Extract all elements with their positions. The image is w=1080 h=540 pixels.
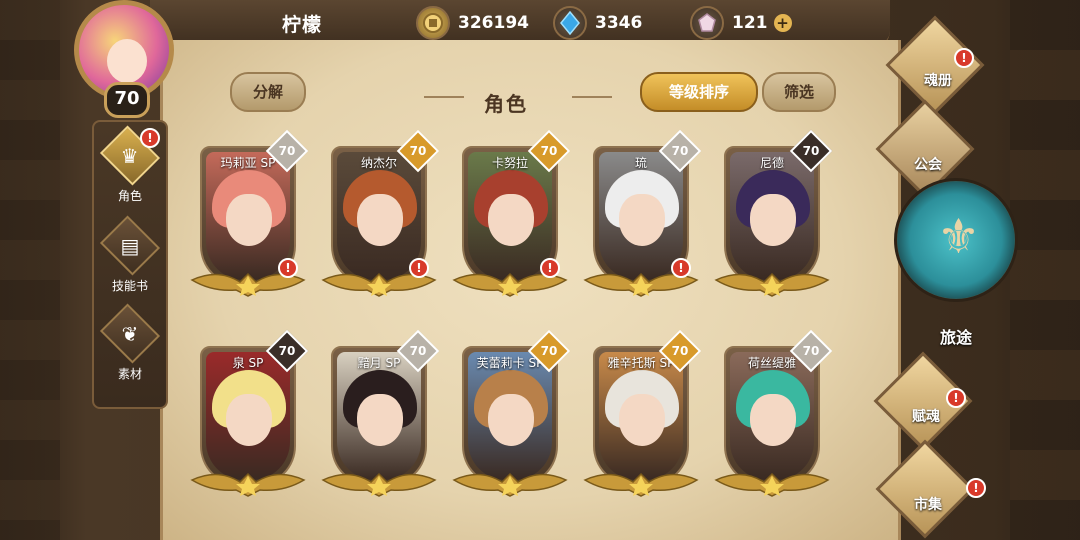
left-nav: ♛ 角色 ! ▤ 技能书 ❦ 素材 bbox=[92, 120, 168, 409]
portrait-face bbox=[357, 194, 403, 246]
nav-label: 技能书 bbox=[111, 279, 148, 293]
character-portrait bbox=[337, 352, 421, 480]
gold-currency: 326194 bbox=[416, 4, 529, 42]
alert-icon: ! bbox=[946, 388, 966, 408]
rank-wings-icon bbox=[321, 472, 437, 497]
rank-wings-icon bbox=[583, 472, 699, 497]
character-card[interactable]: 荷丝缇雅 70 bbox=[714, 329, 833, 497]
book-icon: ▤ bbox=[99, 215, 161, 276]
character-card[interactable]: 卡努拉 70! bbox=[452, 129, 571, 297]
title-ornament-left bbox=[424, 96, 464, 104]
section-title: 角色 bbox=[484, 92, 528, 116]
guild-button[interactable]: 公会 bbox=[875, 99, 975, 199]
character-card[interactable]: 琉 70! bbox=[583, 129, 702, 297]
coin-icon bbox=[416, 6, 450, 40]
pink-gem-icon bbox=[690, 6, 724, 40]
decompose-button[interactable]: 分解 bbox=[230, 72, 306, 112]
sort-by-level-button[interactable]: 等级排序 bbox=[640, 72, 758, 112]
portrait-face bbox=[750, 194, 796, 246]
player-avatar-button[interactable]: 70 bbox=[60, 0, 190, 124]
compass-icon: ⚜ bbox=[894, 178, 1018, 302]
character-card[interactable]: 尼德 70 bbox=[714, 129, 833, 297]
character-portrait bbox=[730, 152, 814, 280]
crystal-value: 3346 bbox=[595, 13, 643, 33]
market-icon bbox=[875, 439, 975, 539]
material-icon: ❦ bbox=[99, 303, 161, 364]
character-card[interactable]: 芙蕾莉卡 SP 70 bbox=[452, 329, 571, 497]
character-level: 70 bbox=[540, 344, 558, 358]
portrait-face bbox=[488, 194, 534, 246]
portrait-face bbox=[226, 194, 272, 246]
player-level-badge: 70 bbox=[104, 82, 150, 118]
character-portrait bbox=[599, 352, 683, 480]
character-level: 70 bbox=[802, 344, 820, 358]
character-level: 70 bbox=[671, 344, 689, 358]
character-card[interactable]: 雅辛托斯 SP 70 bbox=[583, 329, 702, 497]
nav-item-characters[interactable]: ♛ 角色 ! bbox=[98, 124, 162, 204]
soul-book-button[interactable]: 魂册 ! bbox=[885, 15, 985, 115]
gold-value: 326194 bbox=[458, 13, 529, 33]
rank-wings-icon bbox=[452, 472, 568, 497]
alert-icon: ! bbox=[140, 128, 160, 148]
portrait-face bbox=[357, 394, 403, 446]
avatar-face bbox=[107, 39, 147, 83]
portrait-face bbox=[226, 394, 272, 446]
guild-label: 公会 bbox=[914, 157, 942, 173]
journey-button[interactable]: ⚜ 旅途 bbox=[892, 178, 1022, 347]
portrait-face bbox=[619, 394, 665, 446]
character-level: 70 bbox=[409, 144, 427, 158]
gem-currency: 121 + bbox=[690, 4, 792, 42]
filter-button[interactable]: 筛选 bbox=[762, 72, 836, 112]
character-portrait bbox=[206, 352, 290, 480]
portrait-face bbox=[488, 394, 534, 446]
alert-icon: ! bbox=[966, 478, 986, 498]
rank-wings-icon bbox=[714, 472, 830, 497]
alert-icon: ! bbox=[671, 258, 691, 278]
nav-item-skill-books[interactable]: ▤ 技能书 bbox=[98, 214, 162, 294]
character-portrait bbox=[730, 352, 814, 480]
alert-icon: ! bbox=[278, 258, 298, 278]
character-portrait bbox=[337, 152, 421, 280]
gem-value: 121 bbox=[732, 13, 768, 33]
character-card[interactable]: 玛莉亚 SP 70! bbox=[190, 129, 309, 297]
character-level: 70 bbox=[540, 144, 558, 158]
nav-item-materials[interactable]: ❦ 素材 bbox=[98, 302, 162, 382]
soul-book-label: 魂册 bbox=[924, 73, 952, 89]
alert-icon: ! bbox=[540, 258, 560, 278]
trident-icon: ⚜ bbox=[937, 209, 981, 265]
nav-label: 角色 bbox=[117, 189, 142, 203]
add-gem-button[interactable]: + bbox=[773, 14, 792, 32]
character-portrait bbox=[599, 152, 683, 280]
character-portrait bbox=[206, 152, 290, 280]
character-card[interactable]: 纳杰尔 70! bbox=[321, 129, 440, 297]
market-label: 市集 bbox=[914, 497, 942, 513]
character-level: 70 bbox=[278, 344, 296, 358]
alert-icon: ! bbox=[409, 258, 429, 278]
portrait-face bbox=[750, 394, 796, 446]
character-level: 70 bbox=[671, 144, 689, 158]
rank-wings-icon bbox=[714, 272, 830, 297]
endow-soul-label: 赋魂 bbox=[912, 409, 940, 425]
nav-label: 素材 bbox=[117, 367, 142, 381]
rank-wings-icon bbox=[190, 472, 306, 497]
alert-icon: ! bbox=[954, 48, 974, 68]
character-card[interactable]: 泉 SP 70 bbox=[190, 329, 309, 497]
crystal-currency: 3346 bbox=[553, 4, 642, 42]
character-portrait bbox=[468, 152, 552, 280]
character-portrait bbox=[468, 352, 552, 480]
portrait-face bbox=[619, 194, 665, 246]
endow-soul-button[interactable]: 赋魂 ! bbox=[873, 351, 973, 451]
title-ornament-right bbox=[572, 96, 612, 104]
character-level: 70 bbox=[278, 144, 296, 158]
character-card[interactable]: 黯月 SP 70 bbox=[321, 329, 440, 497]
player-name: 柠檬 bbox=[282, 14, 323, 36]
blue-crystal-icon bbox=[553, 6, 587, 40]
character-level: 70 bbox=[802, 144, 820, 158]
character-level: 70 bbox=[409, 344, 427, 358]
market-button[interactable]: 市集 ! bbox=[875, 439, 986, 539]
journey-label: 旅途 bbox=[939, 328, 972, 347]
